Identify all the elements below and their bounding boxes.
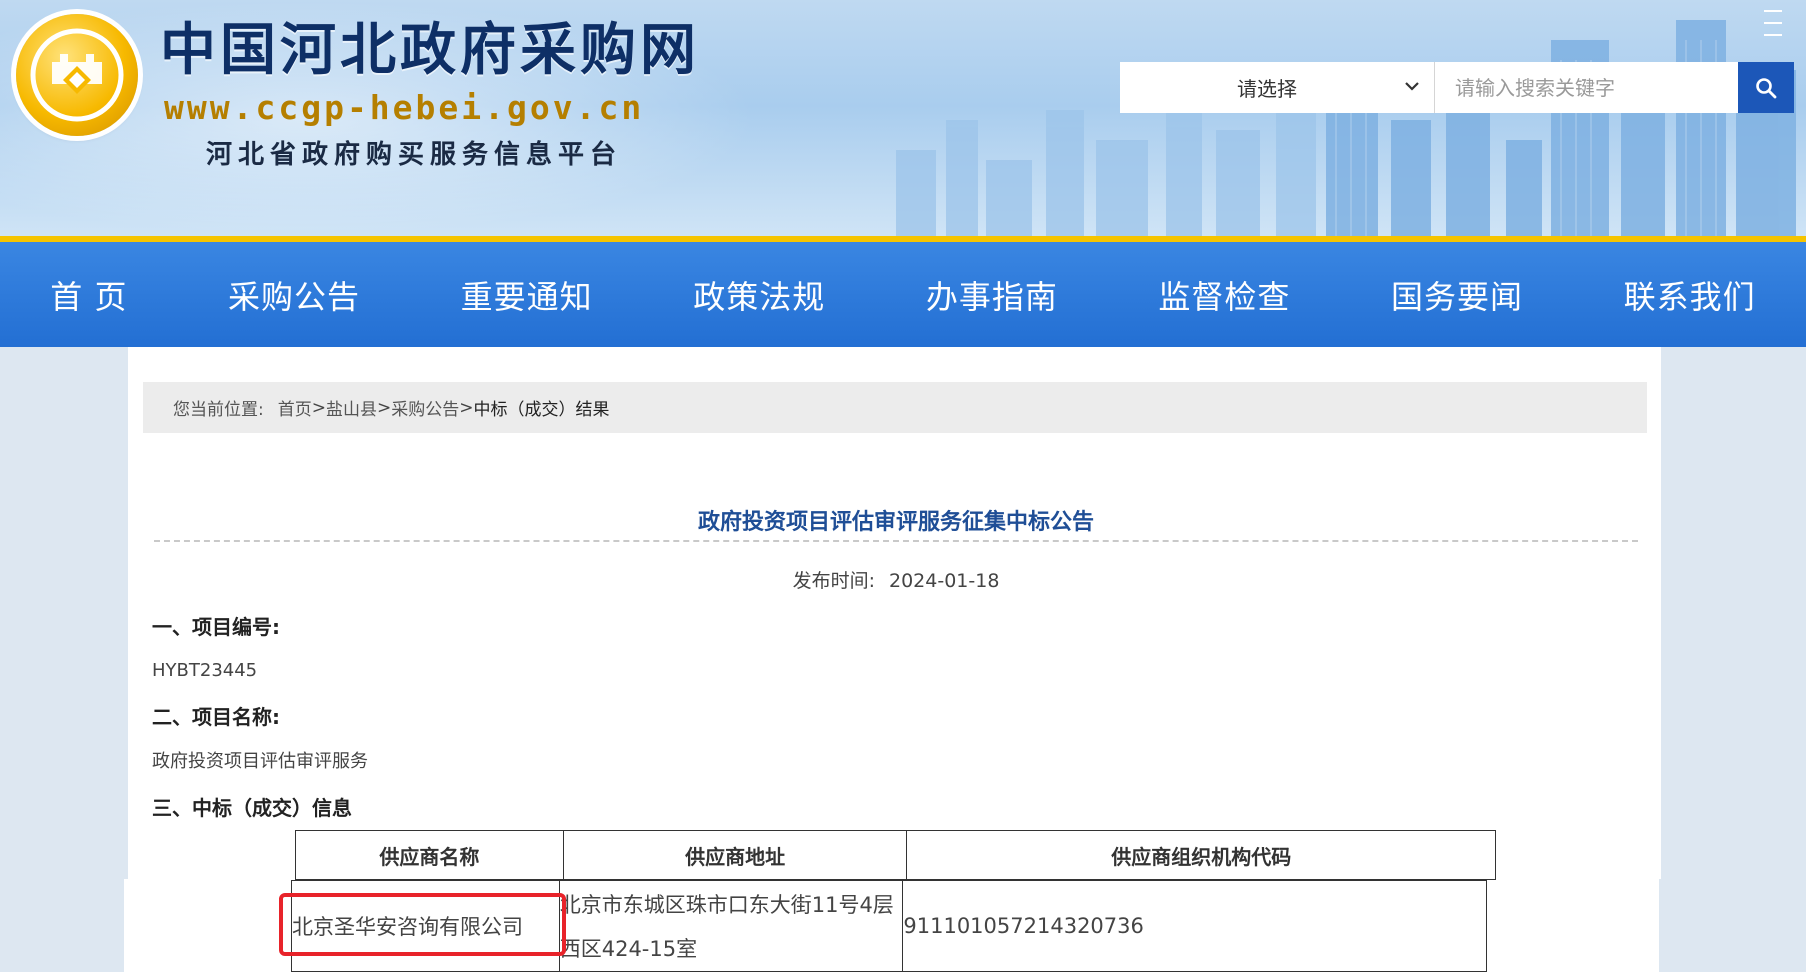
search-input[interactable] [1435, 62, 1738, 113]
breadcrumb-link-home[interactable]: 首页 [278, 395, 312, 420]
award-table-header: 供应商名称 供应商地址 供应商组织机构代码 [295, 830, 1496, 880]
site-subtitle: 河北省政府购买服务信息平台 [206, 140, 623, 170]
menu-lines-icon[interactable] [1756, 0, 1790, 70]
breadcrumb-lead: 您当前位置: [173, 400, 264, 420]
nav-item-important-notices[interactable]: 重要通知 [445, 262, 609, 328]
nav-item-state-news[interactable]: 国务要闻 [1375, 262, 1539, 328]
nav-item-procurement-notices[interactable]: 采购公告 [212, 262, 376, 328]
award-table-body: 北京圣华安咨询有限公司 北京市东城区珠市口东大街11号4层 西区424-15室 … [291, 880, 1487, 972]
breadcrumb-current: 中标（成交）结果 [473, 400, 610, 420]
site-header: 中国河北政府采购网 www.ccgp-hebei.gov.cn 河北省政府购买服… [0, 0, 1806, 236]
nav-item-contact[interactable]: 联系我们 [1608, 262, 1772, 328]
supplier-name: 北京圣华安咨询有限公司 [292, 915, 523, 939]
nav-item-policies[interactable]: 政策法规 [677, 262, 841, 328]
logo-mark-icon [30, 28, 124, 122]
site-title: 中国河北政府采购网 [160, 18, 700, 83]
article-title: 政府投资项目评估审评服务征集中标公告 [697, 510, 1094, 535]
search-category-select[interactable]: 请选择 [1120, 62, 1435, 113]
table-row: 北京圣华安咨询有限公司 北京市东城区珠市口东大街11号4层 西区424-15室 … [291, 880, 1487, 972]
supplier-org-code: 911101057214320736 [903, 914, 1144, 938]
site-url: www.ccgp-hebei.gov.cn [164, 88, 645, 127]
section-heading-project-name: 二、项目名称: [152, 705, 280, 729]
search-icon [1756, 77, 1777, 98]
nav-item-guides[interactable]: 办事指南 [910, 262, 1074, 328]
section-heading-award-info: 三、中标（成交）信息 [152, 796, 352, 820]
breadcrumb-separator: > [376, 397, 392, 418]
column-header-org-code: 供应商组织机构代码 [906, 830, 1496, 880]
column-header-supplier-address: 供应商地址 [562, 830, 908, 880]
project-name-value: 政府投资项目评估审评服务 [152, 751, 368, 772]
main-nav: 首 页 采购公告 重要通知 政策法规 办事指南 监督检查 国务要闻 联系我们 [0, 242, 1806, 347]
breadcrumb-link-notices[interactable]: 采购公告 [391, 395, 459, 420]
publish-info: 发布时间: 2024-01-18 [154, 565, 1638, 597]
search-select-label: 请选择 [1237, 77, 1297, 101]
publish-label: 发布时间: [792, 570, 875, 592]
supplier-address-line-2: 西区424-15室 [559, 937, 698, 961]
nav-item-home[interactable]: 首 页 [34, 262, 143, 328]
supplier-name-cell: 北京圣华安咨询有限公司 [291, 880, 560, 972]
breadcrumb-separator: > [311, 397, 326, 418]
column-header-supplier-name: 供应商名称 [295, 830, 564, 880]
chevron-down-icon [1405, 82, 1419, 91]
breadcrumb: 您当前位置: 首页 > 盐山县 > 采购公告 > 中标（成交）结果 [143, 382, 1647, 433]
city-skyline-illustration [896, 20, 1796, 236]
search-bar: 请选择 [1120, 62, 1794, 113]
section-heading-project-number: 一、项目编号: [152, 615, 280, 639]
project-number-value: HYBT23445 [152, 660, 258, 681]
org-code-cell: 911101057214320736 [902, 880, 1487, 972]
title-divider [154, 540, 1638, 542]
supplier-address-cell: 北京市东城区珠市口东大街11号4层 西区424-15室 [558, 880, 904, 972]
supplier-address-line-1: 北京市东城区珠市口东大街11号4层 [559, 893, 894, 917]
breadcrumb-separator: > [459, 397, 474, 418]
publish-date: 2024-01-18 [888, 570, 1000, 592]
nav-item-supervision[interactable]: 监督检查 [1142, 262, 1306, 328]
site-logo-emblem[interactable] [16, 14, 138, 136]
table-header-row: 供应商名称 供应商地址 供应商组织机构代码 [295, 830, 1496, 880]
breadcrumb-link-county[interactable]: 盐山县 [326, 395, 377, 420]
